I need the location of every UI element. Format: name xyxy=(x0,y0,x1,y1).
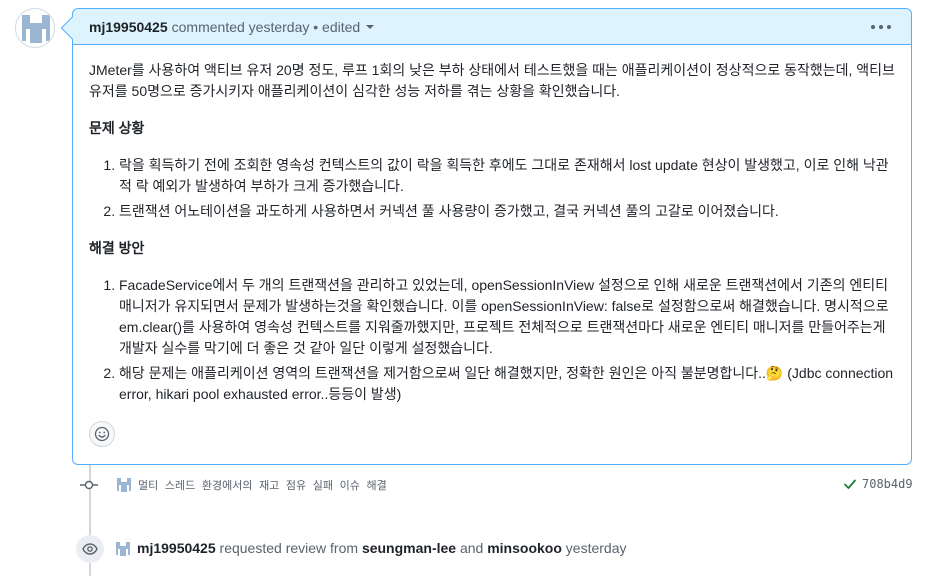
review-action: requested review from xyxy=(219,540,359,556)
caret-down-icon[interactable] xyxy=(366,24,375,29)
avatar-identicon xyxy=(113,539,133,559)
commit-message-link[interactable]: 멀티 스레드 환경에서의 재고 점유 실패 이슈 해결 xyxy=(138,477,387,493)
smiley-icon xyxy=(94,426,110,442)
check-icon xyxy=(844,479,856,489)
review-author-link[interactable]: mj19950425 xyxy=(137,540,216,556)
reviewer-link[interactable]: minsookoo xyxy=(487,540,562,556)
avatar[interactable] xyxy=(15,8,55,48)
problem-heading: 문제 상황 xyxy=(89,120,145,136)
problem-list: 락을 획득하기 전에 조회한 영속성 컨텍스트의 값이 락을 획득한 후에도 그… xyxy=(89,155,895,222)
solution-heading: 해결 방안 xyxy=(89,240,145,256)
comment-body: JMeter를 사용하여 액티브 유저 20명 정도, 루프 1회의 낮은 부하… xyxy=(73,45,911,405)
avatar-identicon xyxy=(16,9,54,47)
list-item: 락을 획득하기 전에 조회한 영속성 컨텍스트의 값이 락을 획득한 후에도 그… xyxy=(119,155,895,197)
kebab-icon[interactable] xyxy=(871,18,891,36)
eye-badge xyxy=(76,535,104,563)
review-request-text: mj19950425 requested review from seungma… xyxy=(137,540,626,556)
avatar-identicon xyxy=(114,475,134,495)
review-request-row: mj19950425 requested review from seungma… xyxy=(76,535,916,563)
comment-header: mj19950425 commented yesterday • edited xyxy=(73,9,911,45)
comment-meta[interactable]: commented yesterday • edited xyxy=(172,19,361,35)
commit-icon xyxy=(80,480,98,490)
reviewer-link[interactable]: seungman-lee xyxy=(362,540,456,556)
solution-list: FacadeService에서 두 개의 트랜잭션을 관리하고 있었는데, op… xyxy=(89,275,895,405)
comment-intro: JMeter를 사용하여 액티브 유저 20명 정도, 루프 1회의 낮은 부하… xyxy=(89,62,895,99)
add-reaction-button[interactable] xyxy=(89,421,115,447)
list-item: FacadeService에서 두 개의 트랜잭션을 관리하고 있었는데, op… xyxy=(119,275,895,359)
comment-author-link[interactable]: mj19950425 xyxy=(89,19,168,35)
review-conj: and xyxy=(459,540,484,556)
review-author-avatar[interactable] xyxy=(113,539,133,559)
commit-row: 멀티 스레드 환경에서의 재고 점유 실패 이슈 해결 708b4d9 xyxy=(80,474,913,496)
review-time[interactable]: yesterday xyxy=(566,540,627,556)
commit-sha-link[interactable]: 708b4d9 xyxy=(862,477,913,491)
comment-card: mj19950425 commented yesterday • edited … xyxy=(72,8,912,465)
list-item: 트랜잭션 어노테이션을 과도하게 사용하면서 커넥션 풀 사용량이 증가했고, … xyxy=(119,201,895,222)
eye-icon xyxy=(82,543,98,555)
list-item: 해당 문제는 애플리케이션 영역의 트랜잭션을 제거함으로써 일단 해결했지만,… xyxy=(119,363,895,405)
commit-author-avatar[interactable] xyxy=(114,475,134,495)
